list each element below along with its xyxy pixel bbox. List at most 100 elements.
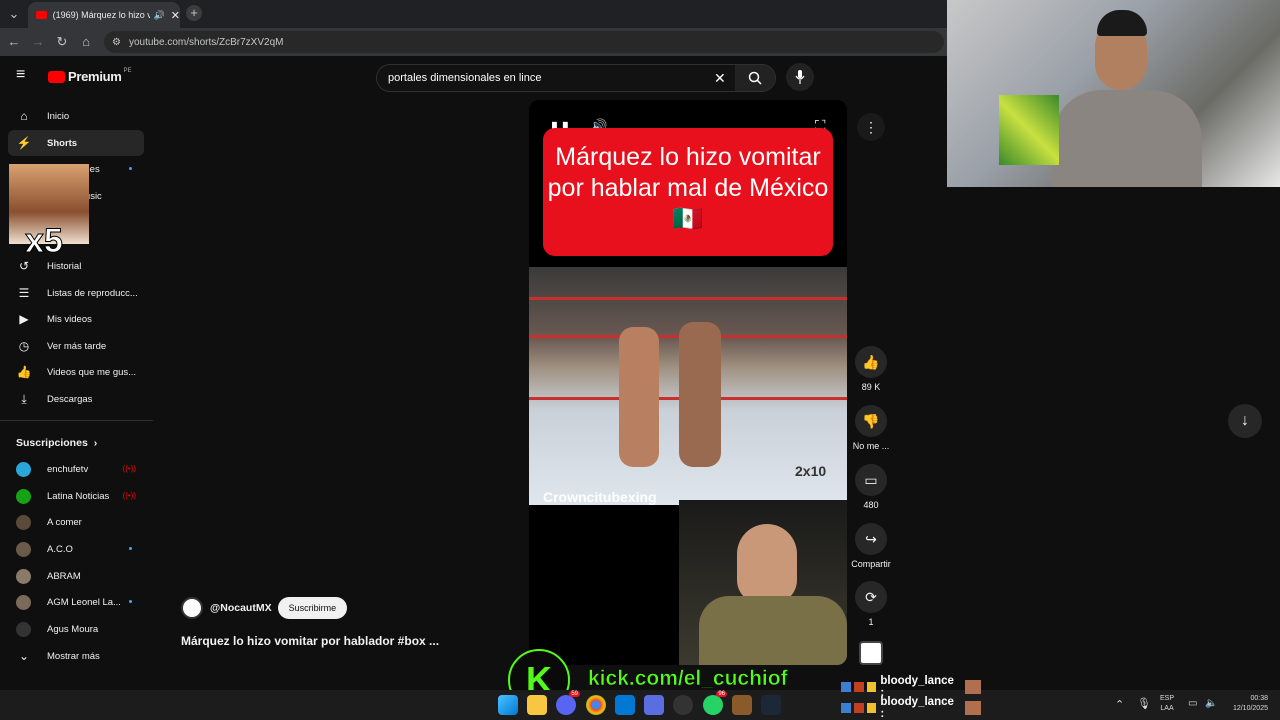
clear-search-icon[interactable]: ✕ [714, 70, 726, 87]
boxer-figure [679, 322, 721, 467]
ring-rope [529, 297, 847, 300]
sidebar-sub-latina-noticias[interactable]: Latina Noticias ((•)) [8, 483, 144, 509]
comments-count: 480 [863, 500, 879, 510]
channel-name[interactable]: @NocautMX [210, 602, 272, 614]
youtube-logo[interactable]: Premium PE [48, 68, 132, 84]
sidebar-item-label: Mostrar más [47, 650, 100, 662]
sword-badge-icon [853, 703, 864, 713]
avatar [16, 568, 31, 584]
obs-icon[interactable] [673, 695, 693, 715]
thumb-down-icon: 👎 [855, 405, 887, 437]
dislike-button[interactable]: 👎 No me ... [850, 405, 892, 451]
bed-blanket [999, 95, 1059, 165]
more-options-icon[interactable]: ⋮ [857, 113, 885, 141]
video-banner-text: Márquez lo hizo vomitar por hablar mal d… [543, 128, 833, 256]
archive-icon[interactable] [732, 695, 752, 715]
sidebar-sub-aco[interactable]: A.C.O [8, 536, 144, 562]
avatar [16, 488, 31, 504]
chat-emote-icon [965, 701, 981, 715]
clock[interactable]: 00:38 12/10/2025 [1224, 694, 1268, 714]
sidebar-sub-agus-moura[interactable]: Agus Moura [8, 616, 144, 642]
sidebar-item-playlists[interactable]: ☰ Listas de reproducc... [8, 280, 144, 306]
menu-icon[interactable]: ≡ [16, 67, 32, 83]
close-tab-icon[interactable]: ✕ [171, 9, 180, 22]
sidebar-item-label: Ver más tarde [47, 340, 107, 352]
sidebar-item-label: AGM Leonel La... [47, 596, 121, 608]
subscribe-button[interactable]: Suscribirme [277, 597, 348, 619]
windows-taskbar: 59 96 ⌃ 🎙 ESP LAA ▭ 🔈 00:38 12/10/2025 [0, 690, 1280, 720]
new-content-dot [129, 600, 132, 603]
sidebar-item-watch-later[interactable]: ◷ Ver más tarde [8, 333, 144, 359]
file-explorer-icon[interactable] [527, 695, 547, 715]
sidebar-sub-a-comer[interactable]: A comer [8, 509, 144, 535]
chrome-icon[interactable] [586, 695, 606, 715]
reload-icon[interactable]: ↻ [54, 34, 70, 50]
chat-username: bloody_lance : [880, 696, 954, 720]
chevron-down-icon: ⌄ [18, 649, 30, 663]
like-count: 89 K [861, 382, 881, 392]
boxer-figure [619, 327, 659, 467]
steam-icon[interactable] [761, 695, 781, 715]
url-field[interactable]: ⚙ youtube.com/shorts/ZcBr7zXV2qM [104, 31, 944, 53]
avatar [16, 594, 31, 610]
microphone-tray-icon[interactable]: 🎙 [1137, 697, 1151, 710]
sidebar-item-downloads[interactable]: ⤓ Descargas [8, 386, 144, 412]
voice-search-button[interactable] [786, 63, 814, 91]
sidebar-item-liked-videos[interactable]: 👍 Videos que me gus... [8, 359, 144, 385]
tab-list-icon[interactable]: ⌄ [6, 6, 22, 22]
sidebar-sub-abram[interactable]: ABRAM [8, 563, 144, 589]
clock-time: 00:38 [1250, 695, 1268, 702]
youtube-header: ≡ Premium PE portales dimensionales en l… [0, 56, 947, 96]
presenter-shirt [699, 596, 847, 665]
presenter-face [737, 524, 797, 604]
home-icon[interactable]: ⌂ [78, 34, 94, 50]
tray-chevron-icon[interactable]: ⌃ [1115, 698, 1124, 711]
app-icon[interactable] [644, 695, 664, 715]
video-icon: ▶ [19, 312, 29, 326]
sidebar-item-label: enchufetv [47, 463, 89, 475]
speaker-icon[interactable]: 🔊 [154, 10, 165, 21]
short-title[interactable]: Márquez lo hizo vomitar por hablador #bo… [181, 634, 439, 648]
new-tab-icon[interactable]: + [186, 5, 202, 21]
search-input[interactable]: portales dimensionales en lince [388, 72, 708, 84]
shorts-icon: ⚡ [16, 136, 32, 150]
sidebar-item-my-videos[interactable]: ▶ Mis videos [8, 306, 144, 332]
back-icon[interactable]: ← [6, 34, 22, 50]
language-indicator[interactable]: ESP LAA [1160, 694, 1174, 714]
new-content-dot [129, 547, 132, 550]
start-icon[interactable] [498, 695, 518, 715]
sound-avatar[interactable] [859, 641, 883, 665]
tab-title: (1969) Márquez lo hizo vom [52, 10, 150, 20]
show-more-button[interactable]: ⌄ Mostrar más [8, 643, 144, 669]
subscriptions-heading[interactable]: Suscripciones › [16, 437, 97, 449]
short-video-player[interactable]: ❚❚ 🔊 ⛶ Márquez lo hizo vomitar por habla… [529, 100, 847, 665]
share-icon: ↪ [855, 523, 887, 555]
history-icon: ↺ [18, 259, 30, 273]
display-icon[interactable]: ▭ [1188, 698, 1197, 709]
sidebar-item-label: Inicio [47, 110, 70, 122]
like-button[interactable]: 👍 89 K [853, 346, 889, 392]
sidebar-item-label: Historial [47, 260, 82, 272]
remix-button[interactable]: ⟳ 1 [853, 581, 889, 627]
sidebar-sub-agm-leonel[interactable]: AGM Leonel La... [8, 589, 144, 615]
discord-icon[interactable]: 59 [556, 691, 580, 715]
live-icon: ((•)) [122, 491, 136, 500]
sidebar-item-inicio[interactable]: ⌂ Inicio [8, 103, 144, 129]
volume-tray-icon[interactable]: 🔈 [1205, 698, 1217, 709]
kick-badge-icon [841, 703, 851, 713]
avatar [16, 621, 31, 637]
search-button[interactable] [735, 65, 775, 91]
browser-tab[interactable]: (1969) Márquez lo hizo vom 🔊 ✕ [28, 2, 180, 28]
share-button[interactable]: ↪ Compartir [846, 523, 896, 569]
whatsapp-icon[interactable]: 96 [703, 691, 727, 715]
vscode-icon[interactable] [615, 695, 635, 715]
sidebar-item-shorts[interactable]: ⚡ Shorts [8, 130, 144, 156]
avatar [16, 514, 31, 530]
next-short-button[interactable]: ↓ [1228, 404, 1262, 438]
comments-button[interactable]: ▭ 480 [853, 464, 889, 510]
channel-avatar[interactable] [181, 597, 203, 619]
sidebar-sub-enchufetv[interactable]: enchufetv ((•)) [8, 456, 144, 482]
site-info-icon[interactable]: ⚙ [112, 37, 121, 48]
forward-icon[interactable]: → [30, 34, 46, 50]
search-icon [748, 71, 762, 85]
